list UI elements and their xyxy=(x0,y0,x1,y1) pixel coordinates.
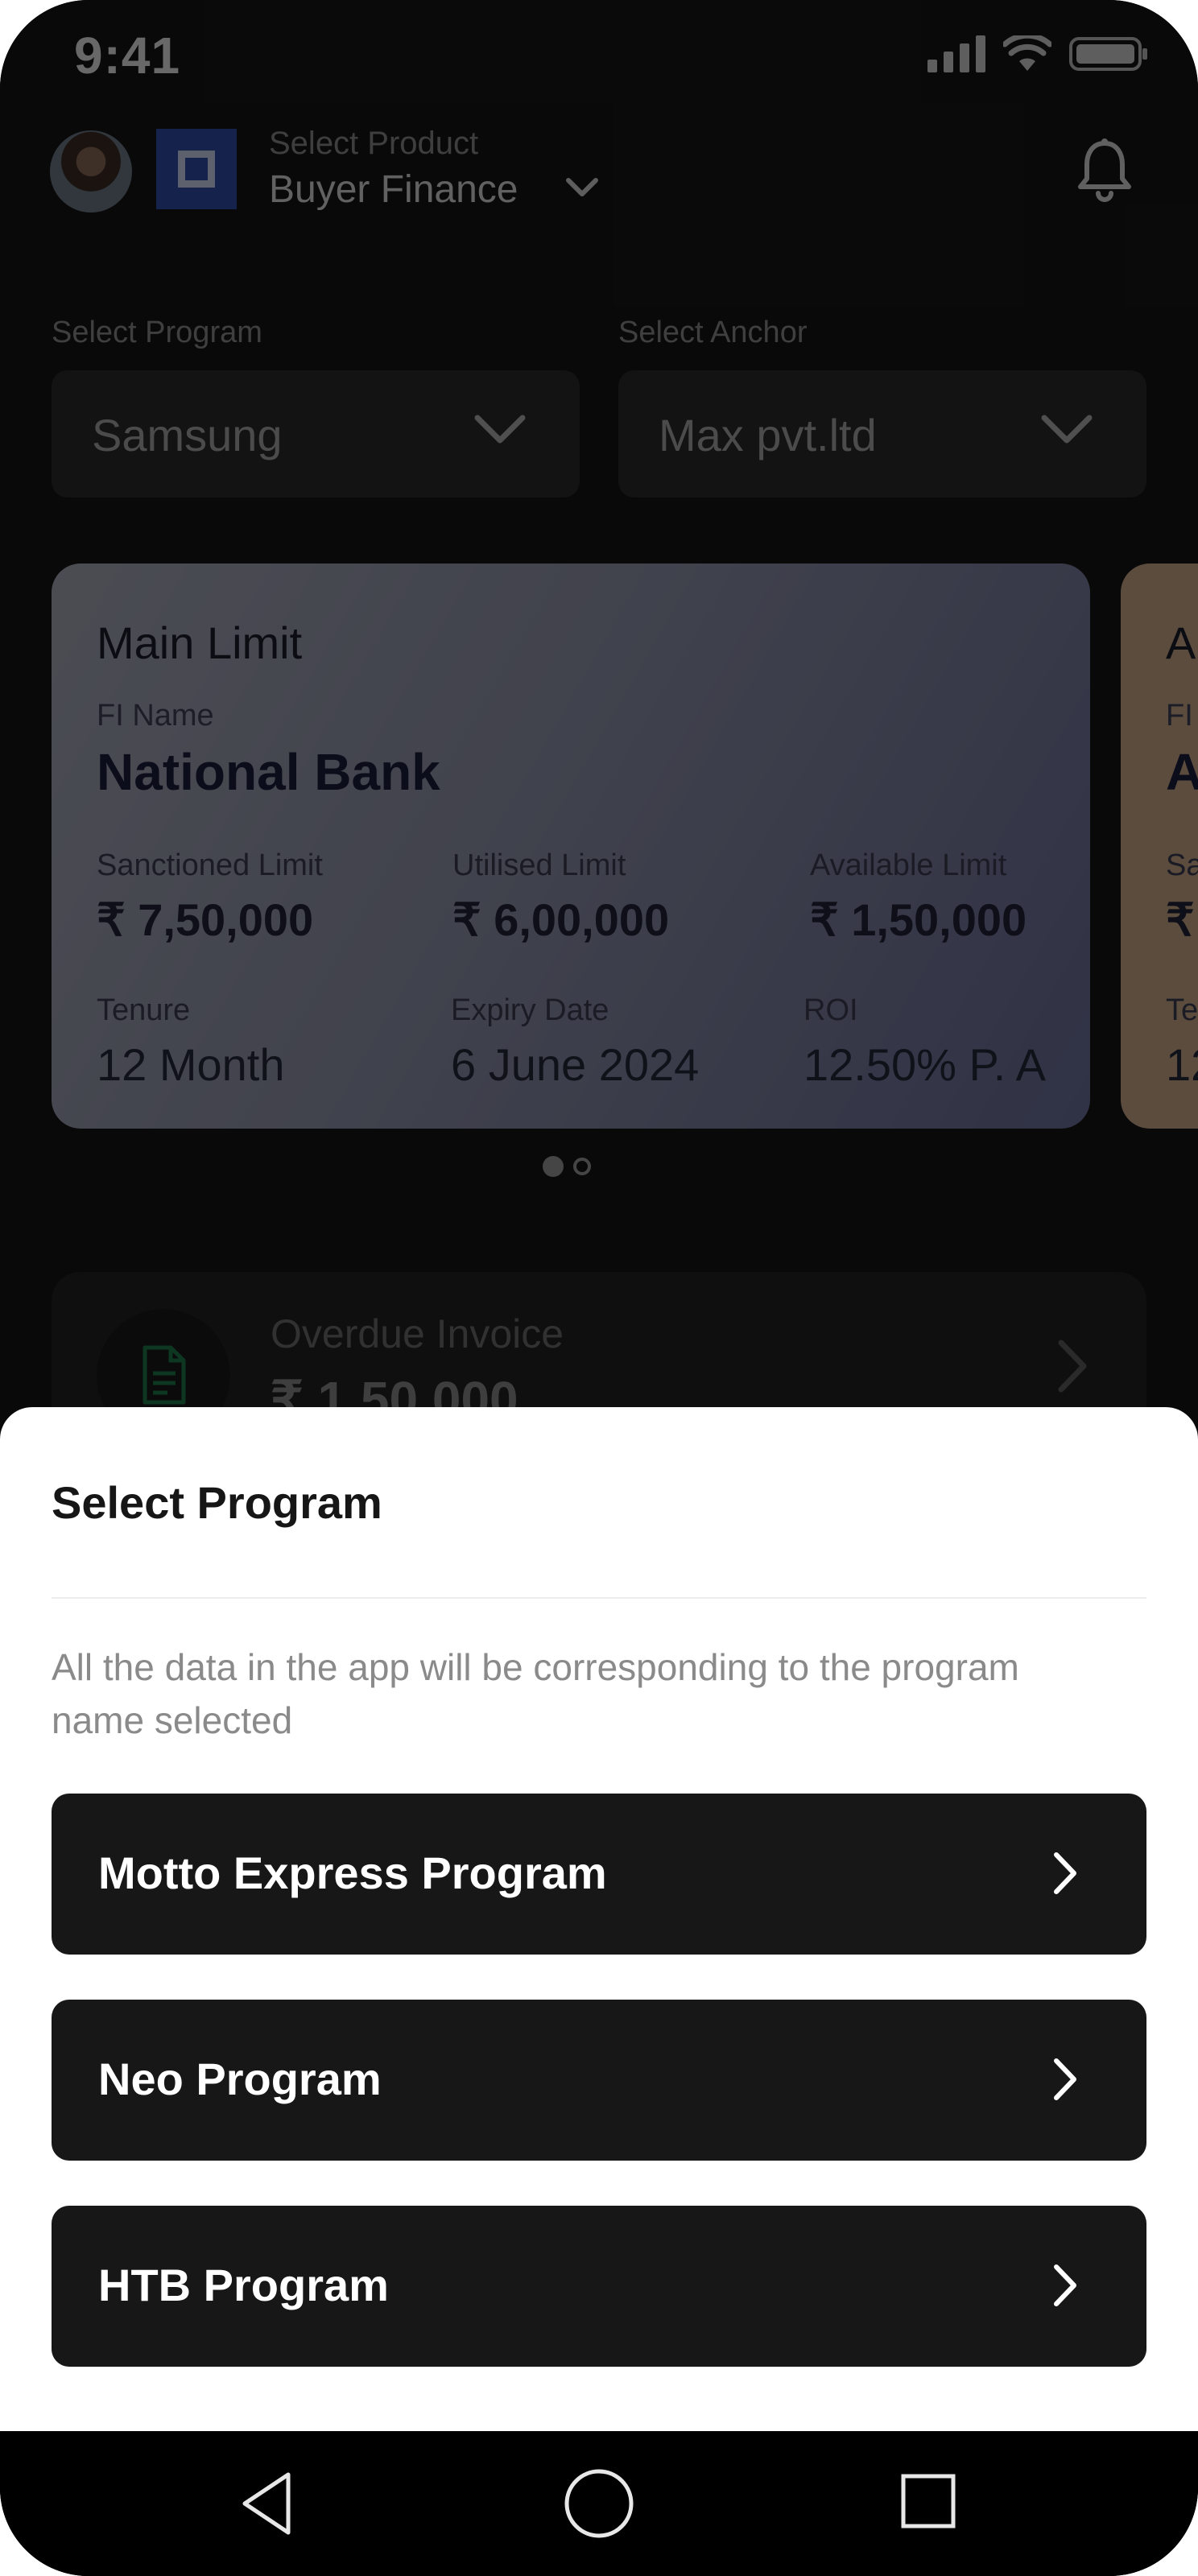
divider xyxy=(52,1597,1146,1599)
wifi-icon xyxy=(1003,35,1051,71)
system-navigation-bar xyxy=(0,2431,1198,2576)
carousel-indicator xyxy=(543,1156,591,1177)
utilised-limit-value: ₹ 6,00,000 xyxy=(452,894,670,945)
program-option-label: HTB Program xyxy=(98,2260,389,2310)
chevron-right-icon xyxy=(1054,2058,1076,2100)
sanctioned-limit-label: Sanctioned Limit xyxy=(97,848,323,882)
next-card-stat-value: ₹ xyxy=(1166,894,1195,945)
select-program-sheet: Select Program All the data in the app w… xyxy=(0,1407,1198,2431)
expiry-date-label: Expiry Date xyxy=(451,993,609,1027)
chevron-right-icon xyxy=(1058,1340,1087,1393)
next-limit-card[interactable]: A FI A Sa ₹ Te 12 xyxy=(1121,564,1198,1129)
tenure-value: 12 Month xyxy=(97,1039,285,1090)
home-circle-icon[interactable] xyxy=(564,2468,634,2539)
product-label: Select Product xyxy=(269,126,479,161)
status-icons xyxy=(927,35,1148,72)
phone-screen: 9:41 Select Product Buyer Finance Select… xyxy=(0,0,1198,2576)
next-card-stat-label: Sa xyxy=(1166,848,1198,882)
brand-logo xyxy=(156,129,237,209)
program-option-label: Neo Program xyxy=(98,2054,382,2104)
card-title: Main Limit xyxy=(97,617,303,668)
chevron-down-icon xyxy=(474,415,526,444)
sheet-description: All the data in the app will be correspo… xyxy=(52,1646,1019,1741)
expiry-date-value: 6 June 2024 xyxy=(451,1039,700,1090)
roi-label: ROI xyxy=(803,993,858,1027)
status-time: 9:41 xyxy=(74,27,181,85)
fi-name-value: National Bank xyxy=(97,743,440,801)
chevron-right-icon xyxy=(1054,1852,1076,1894)
fi-name-label: FI Name xyxy=(97,699,214,733)
utilised-limit-label: Utilised Limit xyxy=(452,848,626,882)
program-select-label: Select Program xyxy=(52,316,262,349)
tenure-label: Tenure xyxy=(97,993,191,1027)
recents-square-icon[interactable] xyxy=(900,2473,956,2529)
program-select-value: Samsung xyxy=(92,410,283,460)
camera-notch xyxy=(491,0,707,90)
next-card-fi-label: FI xyxy=(1166,699,1193,733)
next-card-row2-value: 12 xyxy=(1166,1039,1198,1090)
overdue-invoice-label: Overdue Invoice xyxy=(271,1311,564,1356)
anchor-select[interactable]: Max pvt.ltd xyxy=(618,370,1146,497)
anchor-select-value: Max pvt.ltd xyxy=(659,410,877,460)
bell-icon[interactable] xyxy=(1076,137,1134,204)
chevron-right-icon xyxy=(1054,2264,1076,2306)
chevron-down-icon xyxy=(1041,415,1093,444)
roi-value: 12.50% P. A xyxy=(803,1039,1046,1090)
program-option-motto-express[interactable]: Motto Express Program xyxy=(52,1794,1146,1955)
anchor-select-label: Select Anchor xyxy=(618,316,808,349)
back-triangle-icon[interactable] xyxy=(238,2470,295,2537)
signal-icon xyxy=(927,35,985,72)
program-option-htb[interactable]: HTB Program xyxy=(52,2206,1146,2367)
battery-icon xyxy=(1069,37,1147,71)
program-select[interactable]: Samsung xyxy=(52,370,580,497)
carousel-dot-active[interactable] xyxy=(543,1156,564,1177)
sanctioned-limit-value: ₹ 7,50,000 xyxy=(97,894,314,945)
carousel-dot[interactable] xyxy=(573,1158,591,1175)
program-option-label: Motto Express Program xyxy=(98,1847,607,1898)
main-limit-card[interactable]: Main Limit FI Name National Bank Sanctio… xyxy=(52,564,1090,1129)
chevron-down-icon[interactable] xyxy=(565,177,599,198)
avatar[interactable] xyxy=(50,130,132,213)
next-card-fi-value: A xyxy=(1166,743,1198,801)
available-limit-label: Available Limit xyxy=(810,848,1007,882)
product-selector[interactable]: Buyer Finance xyxy=(269,167,518,212)
sheet-title: Select Program xyxy=(52,1477,382,1528)
next-card-title: A xyxy=(1166,617,1196,668)
document-icon xyxy=(143,1345,186,1405)
next-card-row2-label: Te xyxy=(1166,993,1198,1027)
program-option-neo[interactable]: Neo Program xyxy=(52,2000,1146,2161)
available-limit-value: ₹ 1,50,000 xyxy=(810,894,1027,945)
